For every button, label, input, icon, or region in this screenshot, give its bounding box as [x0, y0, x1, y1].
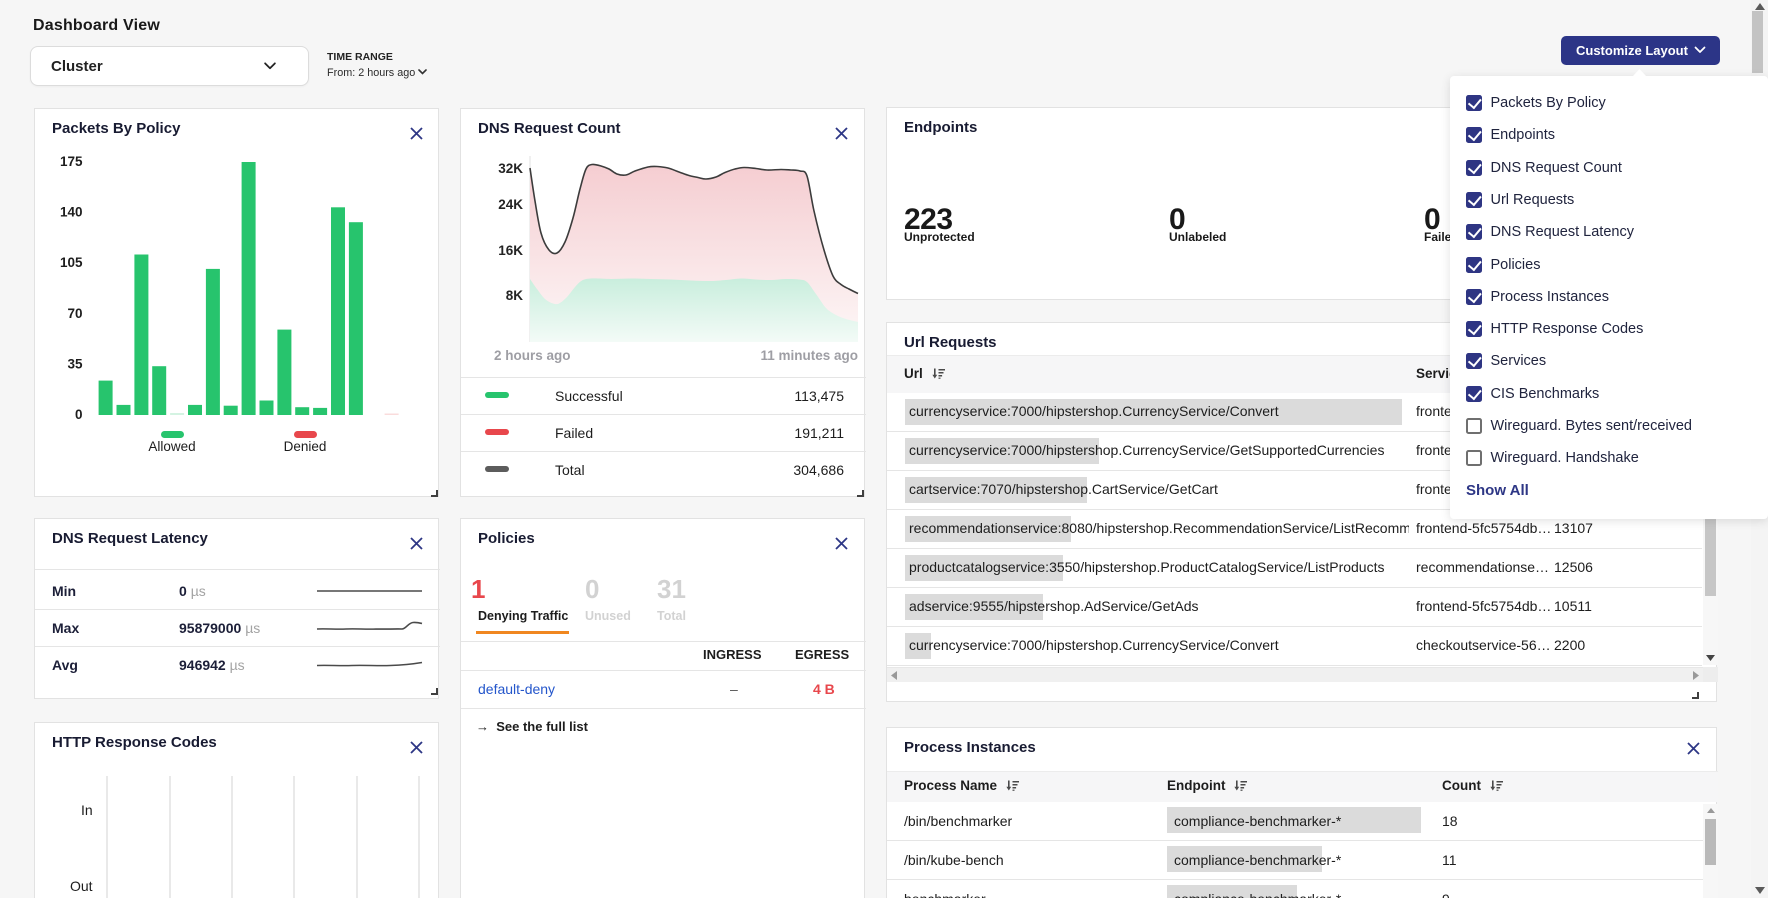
svg-text:8K: 8K — [506, 288, 524, 303]
svg-text:16K: 16K — [498, 243, 523, 258]
svg-text:24K: 24K — [498, 197, 523, 212]
svg-text:32K: 32K — [498, 161, 523, 176]
svg-text:Allowed: Allowed — [148, 439, 195, 454]
svg-text:0: 0 — [75, 407, 83, 422]
svg-text:Denied: Denied — [284, 439, 327, 454]
svg-text:35: 35 — [67, 356, 83, 371]
svg-text:140: 140 — [60, 205, 83, 220]
svg-text:11 minutes ago: 11 minutes ago — [760, 348, 858, 363]
svg-text:70: 70 — [67, 306, 82, 321]
svg-text:105: 105 — [60, 255, 83, 270]
svg-text:175: 175 — [60, 154, 83, 169]
svg-text:2 hours ago: 2 hours ago — [494, 348, 571, 363]
